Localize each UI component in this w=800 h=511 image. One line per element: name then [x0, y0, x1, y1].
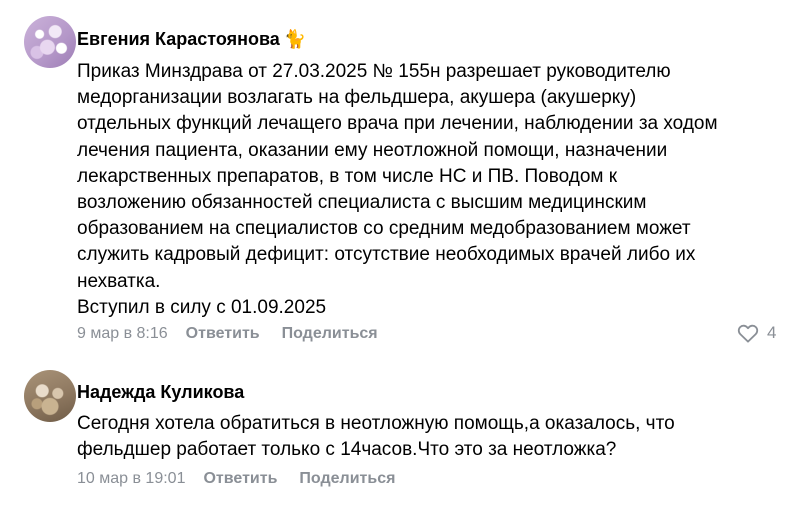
reply-button[interactable]: Ответить	[203, 469, 277, 489]
comment-meta: 9 мар в 8:16 Ответить Поделиться	[77, 324, 400, 344]
comment-date[interactable]: 10 мар в 19:01	[77, 469, 185, 489]
cat-emoji-icon: 🐈	[283, 29, 307, 49]
share-button[interactable]: Поделиться	[299, 469, 395, 489]
like-button[interactable]: 4	[737, 323, 776, 343]
author-name[interactable]: Евгения Карастоянова	[77, 29, 280, 49]
comment-text: Приказ Минздрава от 27.03.2025 № 155н ра…	[77, 61, 718, 318]
comment-author[interactable]: Надежда Куликова	[77, 381, 244, 403]
reply-button[interactable]: Ответить	[186, 324, 260, 344]
share-button[interactable]: Поделиться	[282, 324, 378, 344]
comment-text: Сегодня хотела обратиться в неотложную п…	[77, 413, 675, 461]
avatar[interactable]	[24, 16, 76, 68]
comment-meta: 10 мар в 19:01 Ответить Поделиться	[77, 469, 417, 489]
comment-author[interactable]: Евгения Карастоянова 🐈	[77, 28, 306, 50]
likes-count: 4	[767, 323, 777, 342]
avatar[interactable]	[24, 370, 76, 422]
heart-icon	[737, 324, 759, 343]
comment-date[interactable]: 9 мар в 8:16	[77, 324, 168, 344]
author-name[interactable]: Надежда Куликова	[77, 382, 244, 402]
